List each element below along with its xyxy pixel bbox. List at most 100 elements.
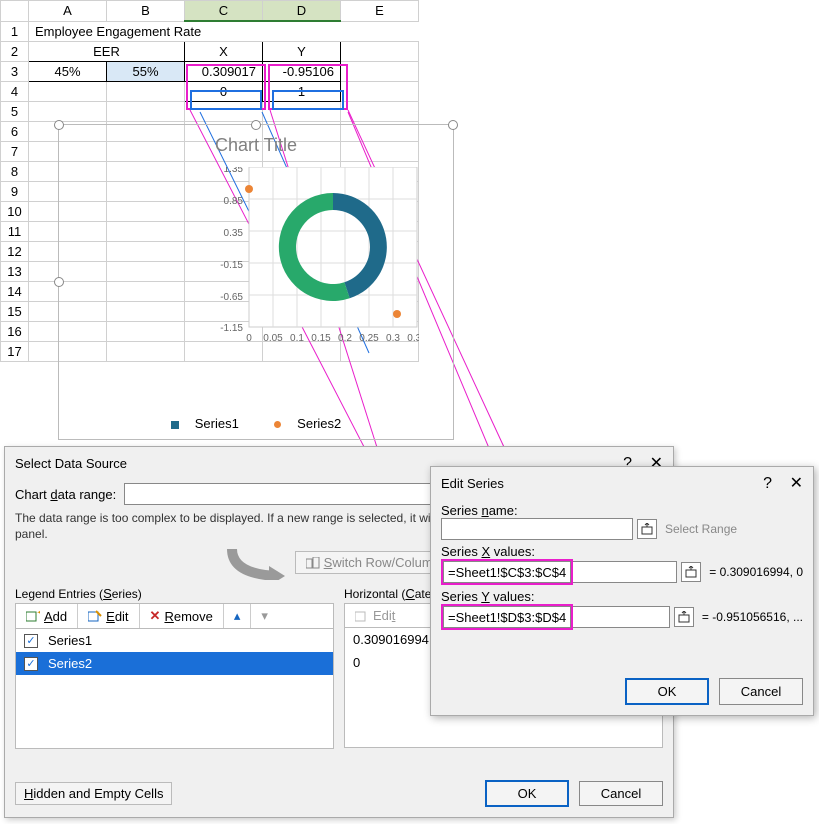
edit-ok-button[interactable]: OK: [625, 678, 709, 705]
move-down-button[interactable]: ▾: [251, 604, 278, 628]
ytick-4: -0.65: [220, 292, 243, 303]
chart-handle-ml[interactable]: [54, 277, 64, 287]
chart-data-range-label: Chart data range:: [15, 487, 116, 502]
svg-text:✦: ✦: [36, 610, 40, 620]
cell-D4[interactable]: 1: [263, 82, 341, 102]
cell-E3[interactable]: [341, 62, 419, 82]
row-header-1[interactable]: 1: [1, 21, 29, 42]
row-header-4[interactable]: 4: [1, 82, 29, 102]
scatter-point-1: [245, 185, 253, 193]
row-header-11[interactable]: 11: [1, 222, 29, 242]
ytick-1: 0.85: [224, 196, 244, 207]
x-range-selector-icon[interactable]: [681, 562, 701, 582]
series-y-label: Series Y values:: [441, 589, 803, 604]
series-y-input[interactable]: [443, 606, 571, 628]
remove-series-button[interactable]: ✕Remove: [140, 604, 224, 628]
row-header-5[interactable]: 5: [1, 102, 29, 122]
cell-E4[interactable]: [341, 82, 419, 102]
xtick-5: 0.25: [359, 333, 379, 344]
y-range-selector-icon[interactable]: [674, 607, 694, 627]
edit-axis-button[interactable]: Edit: [345, 604, 405, 627]
row-header-14[interactable]: 14: [1, 282, 29, 302]
chart-handle-tm[interactable]: [251, 120, 261, 130]
select-cancel-button[interactable]: Cancel: [579, 781, 663, 806]
series1-label: Series1: [48, 633, 92, 648]
xtick-4: 0.2: [338, 333, 352, 344]
series-row-1[interactable]: ✓ Series1: [16, 629, 333, 652]
xtick-6: 0.3: [386, 333, 400, 344]
corner-cell[interactable]: [1, 1, 29, 22]
plot-area: 1.35 0.85 0.35 -0.15 -0.65 -1.15 0 0.05 …: [209, 167, 419, 363]
xtick-3: 0.15: [311, 333, 331, 344]
series-name-input[interactable]: [441, 518, 633, 540]
cell-A3[interactable]: 45%: [29, 62, 107, 82]
row-header-3[interactable]: 3: [1, 62, 29, 82]
chart-title[interactable]: Chart Title: [59, 135, 453, 156]
add-series-button[interactable]: ✦ Add: [16, 604, 78, 628]
legend-swatch-s1: [171, 421, 179, 429]
legend-label-s2: Series2: [297, 416, 341, 431]
edit-series-button[interactable]: Edit: [78, 604, 139, 628]
dialog-title: Select Data Source: [15, 456, 127, 471]
cell-B3[interactable]: 55%: [107, 62, 185, 82]
series-x-label: Series X values:: [441, 544, 803, 559]
series1-checkbox[interactable]: ✓: [24, 634, 38, 648]
switch-arrow-icon: [227, 544, 287, 580]
cell-A1[interactable]: Employee Engagement Rate: [29, 21, 419, 42]
legend-swatch-s2: [274, 421, 281, 428]
cell-C3[interactable]: 0.309017: [185, 62, 263, 82]
legend-entries-head: Legend Entries (Series): [15, 586, 334, 601]
row-header-15[interactable]: 15: [1, 302, 29, 322]
edit-help-icon[interactable]: ?: [763, 475, 772, 492]
row-header-16[interactable]: 16: [1, 322, 29, 342]
edit-cancel-button[interactable]: Cancel: [719, 678, 803, 705]
col-header-B[interactable]: B: [107, 1, 185, 22]
row-header-9[interactable]: 9: [1, 182, 29, 202]
row-header-17[interactable]: 17: [1, 342, 29, 362]
cell-Y-label[interactable]: Y: [263, 42, 341, 62]
ytick-5: -1.15: [220, 323, 243, 334]
row-header-13[interactable]: 13: [1, 262, 29, 282]
series-x-result: = 0.309016994, 0: [709, 565, 803, 579]
row-header-12[interactable]: 12: [1, 242, 29, 262]
row-header-6[interactable]: 6: [1, 122, 29, 142]
chart-handle-tl[interactable]: [54, 120, 64, 130]
row-header-8[interactable]: 8: [1, 162, 29, 182]
ytick-0: 1.35: [224, 167, 244, 175]
scatter-point-2: [393, 310, 401, 318]
ytick-2: 0.35: [224, 228, 244, 239]
cell-A4[interactable]: [29, 82, 107, 102]
switch-row-column-button[interactable]: Switch Row/Column: [295, 551, 451, 574]
legend-entries-pane: Legend Entries (Series) ✦ Add Edit ✕Remo…: [15, 586, 334, 749]
category-2: 0: [353, 655, 360, 670]
series-name-label: Series name:: [441, 503, 803, 518]
series-row-2[interactable]: ✓ Series2: [16, 652, 333, 675]
cell-X-label[interactable]: X: [185, 42, 263, 62]
series-x-input[interactable]: [443, 561, 571, 583]
ytick-3: -0.15: [220, 260, 243, 271]
col-header-D[interactable]: D: [263, 1, 341, 22]
cell-C4[interactable]: 0: [185, 82, 263, 102]
embedded-chart[interactable]: Chart Title 1.35 0.85 0.35 -0.15 -0.65 -…: [58, 124, 454, 440]
series-name-hint: Select Range: [665, 522, 737, 536]
row-header-10[interactable]: 10: [1, 202, 29, 222]
edit-series-title: Edit Series: [441, 476, 504, 491]
select-ok-button[interactable]: OK: [485, 780, 569, 807]
cell-D3[interactable]: -0.95106: [263, 62, 341, 82]
move-up-button[interactable]: ▴: [224, 604, 252, 628]
category-1: 0.309016994: [353, 632, 429, 647]
row-header-2[interactable]: 2: [1, 42, 29, 62]
xtick-7: 0.35: [407, 333, 419, 344]
cell-EER-label[interactable]: EER: [29, 42, 185, 62]
chart-handle-tr[interactable]: [448, 120, 458, 130]
hidden-empty-cells-button[interactable]: Hidden and Empty Cells: [15, 782, 172, 805]
col-header-E[interactable]: E: [341, 1, 419, 22]
col-header-A[interactable]: A: [29, 1, 107, 22]
name-range-selector-icon[interactable]: [637, 519, 657, 539]
series2-checkbox[interactable]: ✓: [24, 657, 38, 671]
cell-B4[interactable]: [107, 82, 185, 102]
edit-close-icon[interactable]: ✕: [790, 475, 803, 492]
cell-E2[interactable]: [341, 42, 419, 62]
row-header-7[interactable]: 7: [1, 142, 29, 162]
col-header-C[interactable]: C: [185, 1, 263, 22]
